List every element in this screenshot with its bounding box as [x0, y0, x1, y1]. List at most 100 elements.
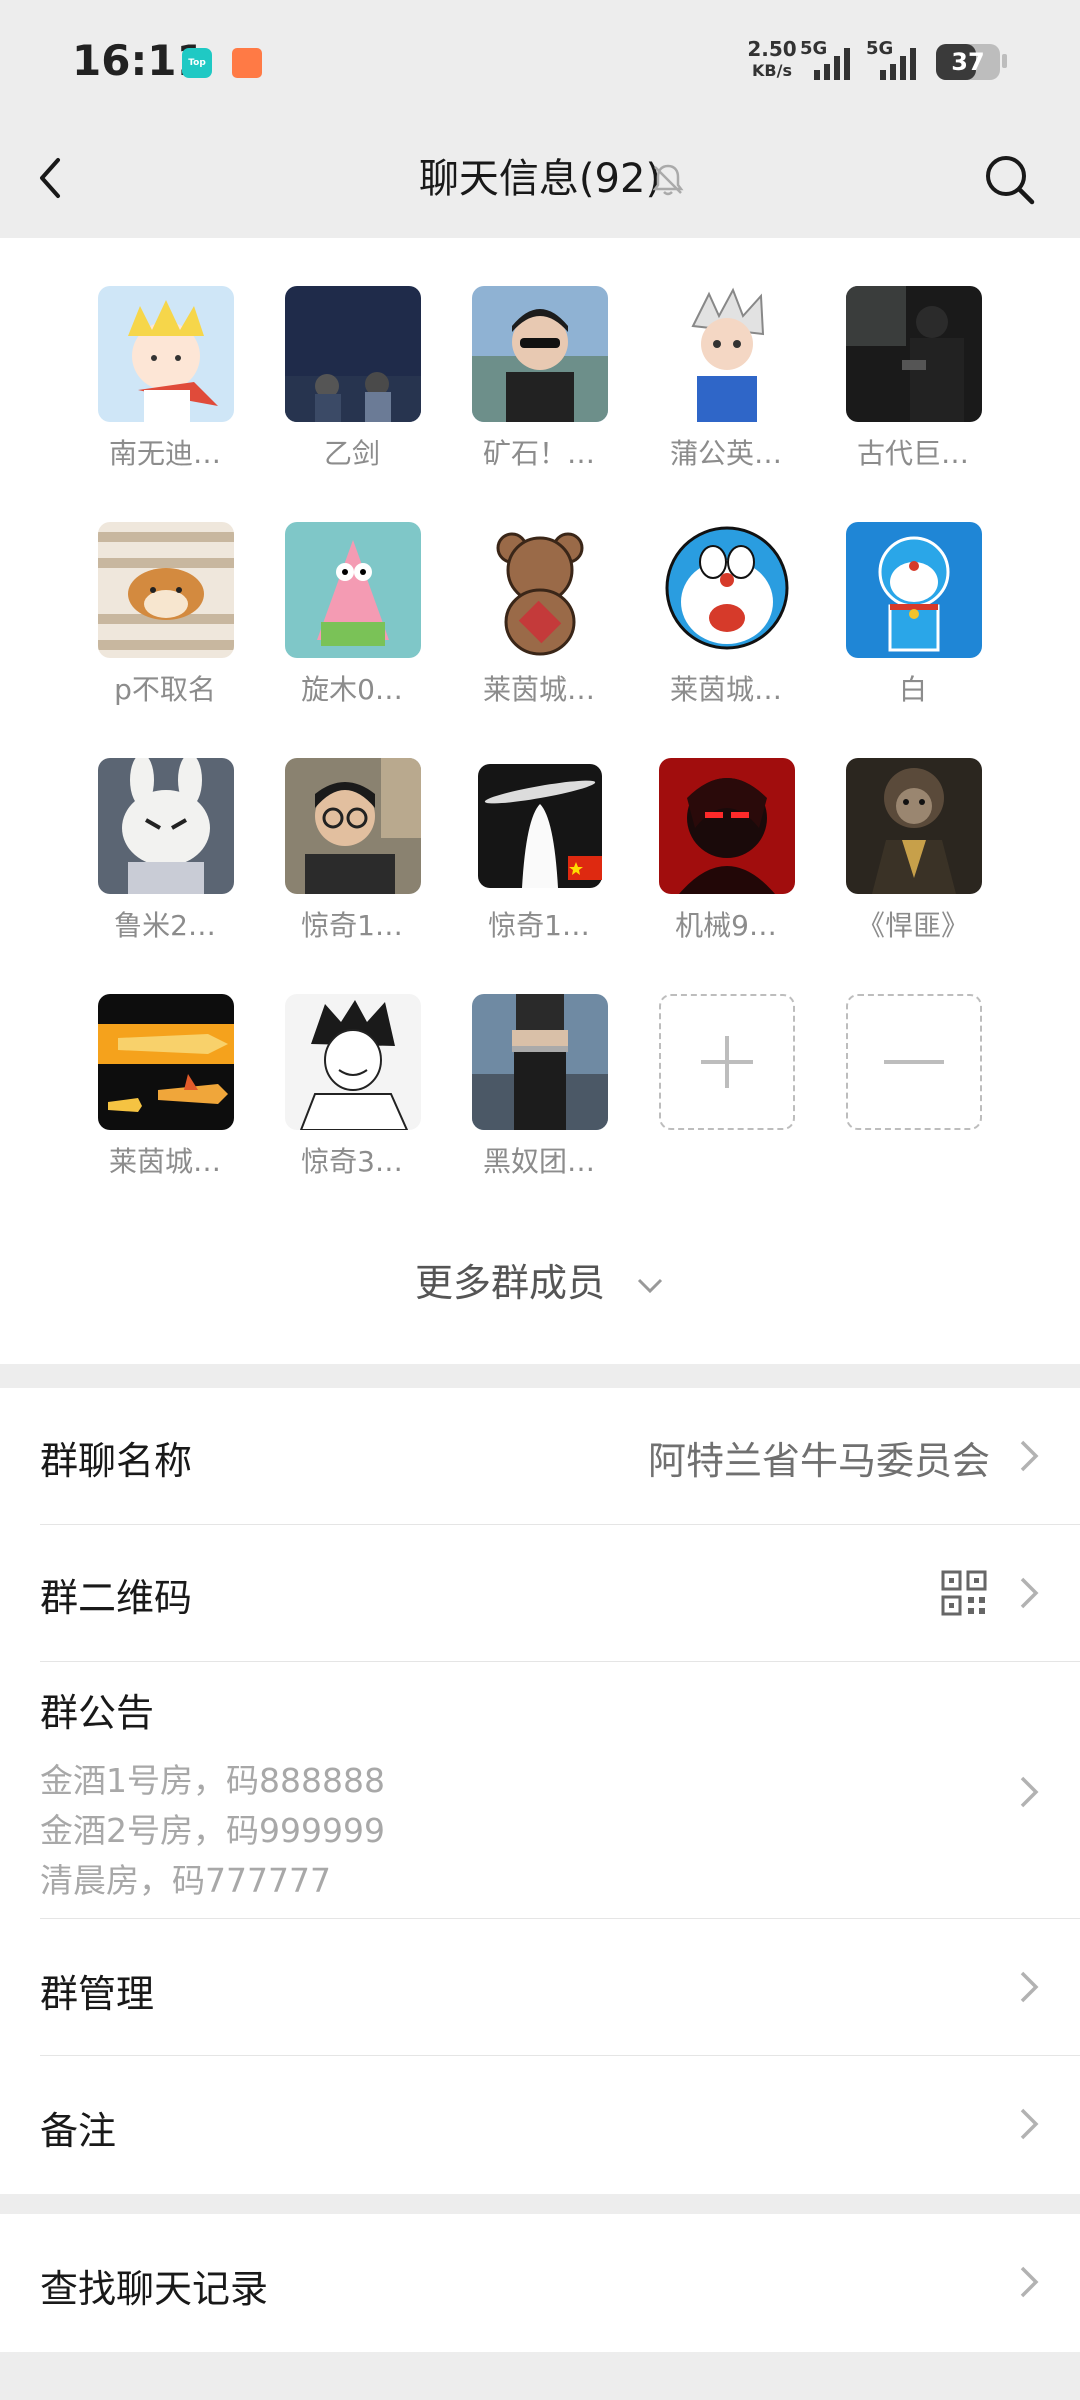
group-notice-label: 群公告 — [40, 1691, 155, 1735]
member-item[interactable]: 《悍匪》 — [838, 710, 988, 942]
chat-history-section: 查找聊天记录 — [0, 2214, 1080, 2352]
remark-row[interactable]: 备注 — [0, 2056, 1080, 2194]
member-item[interactable]: 黑奴团… — [464, 946, 614, 1178]
more-members-label: 更多群成员 — [414, 1261, 605, 1305]
member-name: 惊奇3… — [301, 1145, 403, 1178]
avatar[interactable] — [846, 522, 982, 658]
add-member-button[interactable] — [651, 946, 801, 1146]
avatar[interactable] — [472, 286, 608, 422]
member-item[interactable]: 莱茵城… — [464, 474, 614, 706]
avatar[interactable] — [659, 286, 795, 422]
chevron-down-icon — [637, 1278, 663, 1293]
avatar[interactable] — [472, 522, 608, 658]
member-name: 南无迪… — [108, 437, 221, 470]
shopping-app-icon — [232, 48, 262, 78]
chevron-right-icon — [1020, 1776, 1039, 1808]
member-item[interactable]: 矿石！… — [464, 238, 614, 470]
notice-line: 金酒2号房，码999999 — [40, 1811, 385, 1850]
member-item[interactable]: p不取名 — [90, 474, 240, 706]
search-chat-history-label: 查找聊天记录 — [40, 2267, 269, 2311]
group-manage-label: 群管理 — [40, 1972, 155, 2016]
avatar[interactable] — [472, 994, 608, 1130]
member-item[interactable]: 莱茵城… — [90, 946, 240, 1178]
member-name: 惊奇1… — [301, 909, 403, 942]
group-qr-row[interactable]: 群二维码 — [0, 1525, 1080, 1661]
member-item[interactable]: 古代巨… — [838, 238, 988, 470]
avatar[interactable] — [98, 994, 234, 1130]
group-manage-row[interactable]: 群管理 — [0, 1919, 1080, 2055]
taptap-app-icon: Top — [182, 48, 212, 78]
network-speed: 2.50 KB/s — [744, 38, 800, 82]
chevron-right-icon — [1020, 1440, 1039, 1472]
chevron-right-icon — [1020, 2266, 1039, 2298]
avatar[interactable] — [659, 522, 795, 658]
member-item[interactable]: 惊奇3… — [277, 946, 427, 1178]
network-type-2: 5G — [866, 38, 893, 59]
network-type-1: 5G — [800, 38, 827, 59]
member-grid: 南无迪… 乙剑 矿石！… 蒲公英… 古代巨… p不取名 旋木0… 莱茵城… 莱茵… — [0, 238, 1080, 1364]
notice-line: 金酒1号房，码888888 — [40, 1761, 385, 1800]
chevron-right-icon — [1020, 1577, 1039, 1609]
member-item[interactable]: 南无迪… — [90, 238, 240, 470]
group-name-label: 群聊名称 — [40, 1439, 193, 1483]
member-item[interactable]: 白 — [838, 474, 988, 706]
group-name-value: 阿特兰省牛马委员会 — [647, 1439, 990, 1483]
member-name: 古代巨… — [856, 437, 969, 470]
page-title: 聊天信息(92) — [418, 156, 662, 202]
avatar[interactable] — [285, 758, 421, 894]
member-item[interactable]: 乙剑 — [277, 238, 427, 470]
avatar[interactable] — [659, 758, 795, 894]
avatar[interactable] — [285, 522, 421, 658]
avatar[interactable] — [846, 286, 982, 422]
member-name: 《悍匪》 — [856, 909, 969, 942]
avatar[interactable] — [285, 286, 421, 422]
search-chat-history-row[interactable]: 查找聊天记录 — [0, 2214, 1080, 2352]
signal-icon-2: 5G — [866, 38, 916, 80]
member-name: 莱茵城… — [669, 673, 782, 706]
status-bar: 16:11 Top 2.50 KB/s 5G 5G 37 — [0, 0, 1080, 120]
member-item[interactable]: 蒲公英… — [651, 238, 801, 470]
avatar[interactable] — [472, 758, 608, 894]
plus-icon — [701, 1036, 753, 1088]
avatar[interactable] — [285, 994, 421, 1130]
member-item[interactable]: 鲁米2… — [90, 710, 240, 942]
battery-level: 37 — [951, 48, 985, 76]
member-name: 白 — [898, 673, 927, 706]
member-name: 机械9… — [675, 909, 777, 942]
group-qr-label: 群二维码 — [40, 1576, 193, 1620]
battery-icon: 37 — [936, 44, 1000, 80]
member-item[interactable]: 莱茵城… — [651, 474, 801, 706]
member-name: 莱茵城… — [482, 673, 595, 706]
member-name: 鲁米2… — [114, 909, 216, 942]
search-icon[interactable] — [980, 150, 1040, 210]
member-item[interactable]: 旋木0… — [277, 474, 427, 706]
member-name: 乙剑 — [323, 437, 380, 470]
avatar[interactable] — [98, 758, 234, 894]
member-item[interactable]: 惊奇1… — [277, 710, 427, 942]
network-speed-unit: KB/s — [752, 61, 792, 80]
member-name: 莱茵城… — [108, 1145, 221, 1178]
chevron-right-icon — [1020, 1971, 1039, 2003]
signal-icon-1: 5G — [800, 38, 850, 80]
avatar[interactable] — [846, 758, 982, 894]
group-notice-row[interactable]: 群公告 金酒1号房，码888888 金酒2号房，码999999 清晨房，码777… — [0, 1662, 1080, 1918]
avatar[interactable] — [98, 522, 234, 658]
remark-label: 备注 — [40, 2109, 117, 2153]
group-settings-section: 群聊名称 阿特兰省牛马委员会 群二维码 群公告 金酒1号房，码888888 金酒… — [0, 1388, 1080, 2194]
member-name: p不取名 — [114, 673, 216, 706]
member-name: 惊奇1… — [488, 909, 590, 942]
member-item[interactable]: 惊奇1… — [464, 710, 614, 942]
member-item[interactable]: 机械9… — [651, 710, 801, 942]
minus-icon — [884, 1060, 944, 1064]
avatar[interactable] — [98, 286, 234, 422]
member-name: 矿石！… — [482, 437, 595, 470]
more-members-button[interactable]: 更多群成员 — [0, 1248, 1080, 1318]
member-name: 旋木0… — [301, 673, 403, 706]
group-name-row[interactable]: 群聊名称 阿特兰省牛马委员会 — [0, 1388, 1080, 1524]
remove-member-button[interactable] — [838, 946, 988, 1146]
notice-line: 清晨房，码777777 — [40, 1861, 331, 1900]
member-name: 黑奴团… — [482, 1145, 595, 1178]
member-name: 蒲公英… — [669, 437, 782, 470]
qr-code-icon — [941, 1570, 987, 1616]
network-speed-value: 2.50 — [747, 37, 797, 61]
